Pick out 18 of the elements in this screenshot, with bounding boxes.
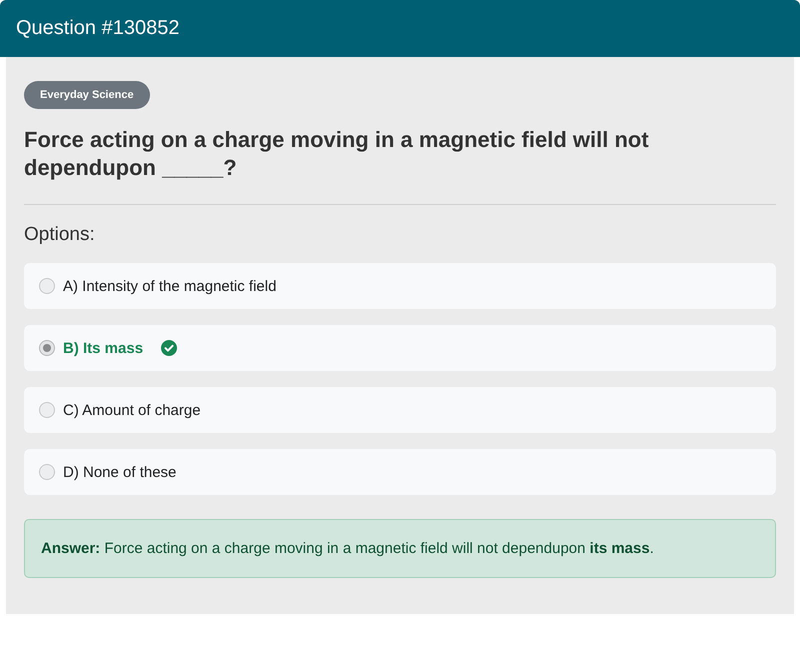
check-circle-icon: [161, 340, 178, 356]
option-text: C) Amount of charge: [63, 402, 201, 418]
radio-button[interactable]: [39, 402, 55, 418]
category-badge: Everyday Science: [24, 81, 150, 109]
option-row[interactable]: D) None of these: [24, 449, 776, 495]
option-row[interactable]: C) Amount of charge: [24, 387, 776, 433]
radio-button[interactable]: [39, 464, 55, 480]
option-text: D) None of these: [63, 464, 176, 480]
option-row[interactable]: B) Its mass: [24, 325, 776, 371]
question-text: Force acting on a charge moving in a magnetic field will not dependupon _____?: [24, 126, 650, 182]
option-row[interactable]: A) Intensity of the magnetic field: [24, 263, 776, 309]
question-title: Question #130852: [16, 17, 180, 40]
answer-text: Answer: Force acting on a charge moving in a magnetic field will not dependupon its mass.: [41, 540, 655, 557]
options-heading: Options:: [24, 223, 96, 247]
option-text: B) Its mass: [63, 340, 144, 356]
radio-button[interactable]: [39, 340, 55, 356]
radio-button[interactable]: [39, 278, 55, 294]
option-text: A) Intensity of the magnetic field: [63, 278, 276, 294]
